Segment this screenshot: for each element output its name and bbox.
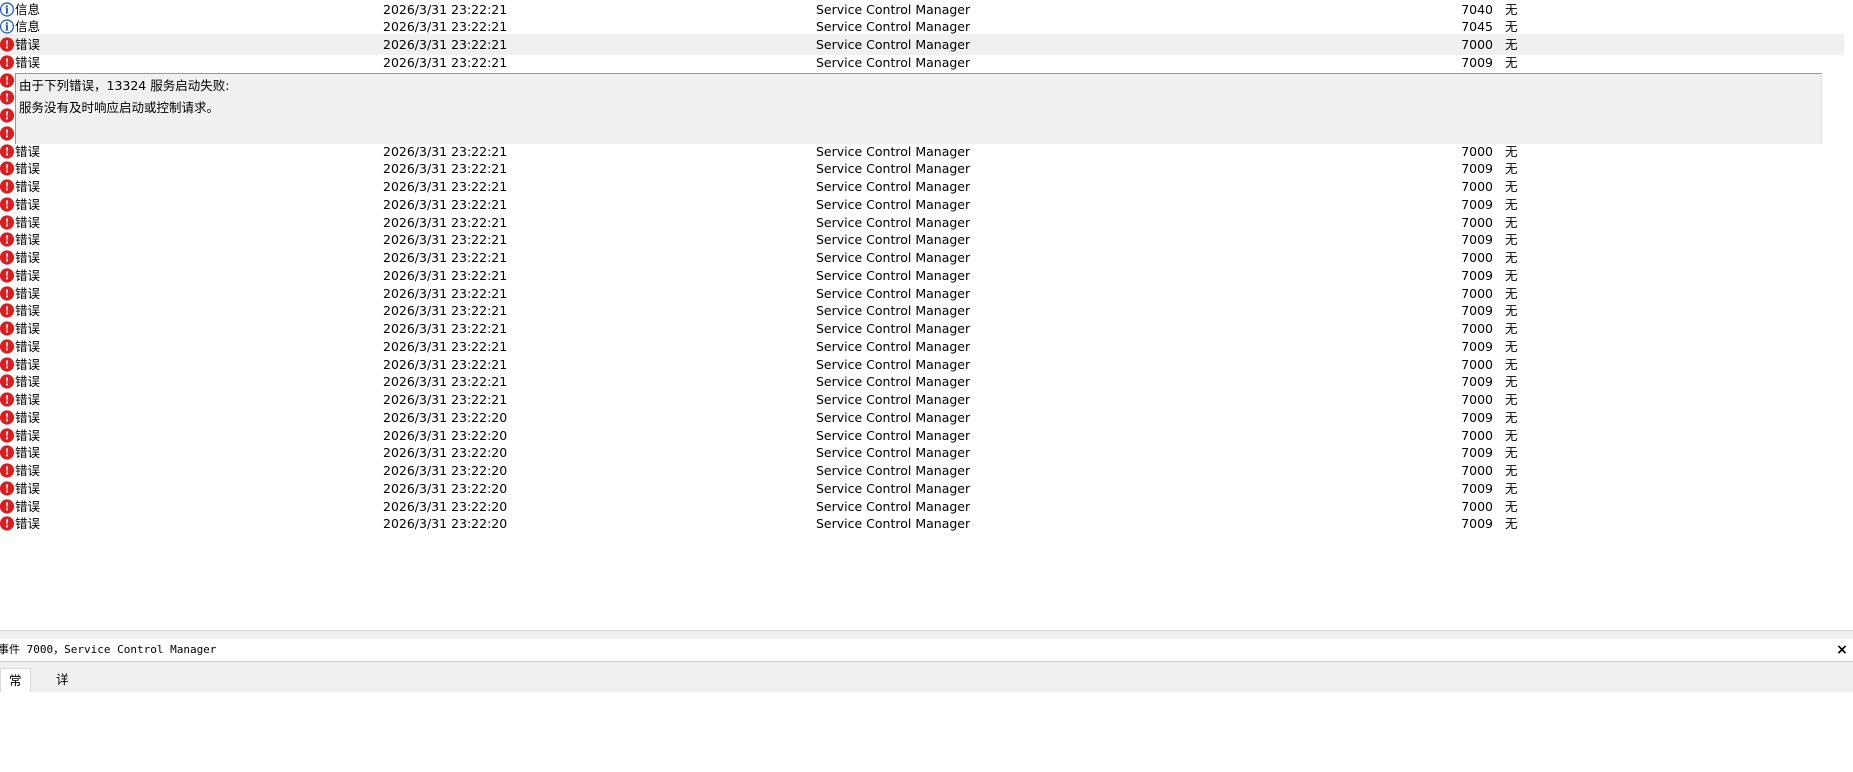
error-icon: !	[0, 427, 15, 443]
svg-text:!: !	[5, 447, 10, 460]
svg-text:!: !	[5, 393, 10, 406]
detail-header: 事件 7000，Service Control Manager ×	[0, 639, 1853, 662]
svg-text:i: i	[5, 21, 9, 34]
error-icon: !	[0, 72, 15, 88]
error-icon: !	[0, 339, 15, 354]
event-id-cell: 7009	[1461, 516, 1493, 532]
svg-text:!: !	[5, 163, 10, 176]
error-icon: !	[0, 55, 15, 70]
message-line: 服务没有及时响应启动或控制请求。	[19, 100, 220, 115]
error-icon: !	[0, 516, 15, 531]
svg-text:!: !	[5, 180, 10, 193]
svg-text:!: !	[5, 251, 10, 264]
close-icon[interactable]: ×	[1834, 639, 1850, 661]
source-cell: Service Control Manager	[816, 516, 971, 532]
error-icon: !	[0, 90, 15, 105]
error-icon: !	[0, 374, 15, 389]
error-icon: !	[0, 463, 15, 478]
svg-text:!: !	[5, 56, 10, 69]
svg-text:!: !	[5, 305, 10, 318]
error-icon: !	[0, 285, 15, 301]
svg-text:!: !	[5, 145, 10, 158]
error-icon: !	[0, 481, 15, 496]
svg-text:!: !	[5, 127, 10, 140]
error-icon: !	[0, 392, 15, 407]
svg-text:!: !	[5, 74, 10, 87]
svg-text:!: !	[5, 482, 10, 495]
error-icon: !	[0, 268, 15, 283]
error-icon: !	[0, 498, 15, 514]
svg-text:!: !	[5, 322, 10, 335]
error-icon: !	[0, 197, 15, 212]
info-icon: i	[0, 1, 15, 17]
svg-text:!: !	[5, 109, 10, 122]
message-line: 由于下列错误，13324 服务启动失败:	[19, 78, 230, 93]
error-icon: !	[0, 445, 15, 460]
svg-text:!: !	[5, 518, 10, 531]
error-icon: !	[0, 321, 15, 336]
error-icon: !	[0, 303, 15, 318]
date-cell: 2026/3/31 23:22:20	[383, 516, 508, 532]
svg-text:!: !	[5, 92, 10, 105]
svg-text:!: !	[5, 269, 10, 282]
task-category-cell: 无	[1505, 516, 1518, 532]
tab-details[interactable]: 详细信息	[48, 668, 77, 756]
error-icon: !	[0, 250, 15, 265]
svg-text:!: !	[5, 287, 10, 300]
event-message-box[interactable]: 由于下列错误，13324 服务启动失败: 服务没有及时响应启动或控制请求。	[15, 73, 1822, 144]
svg-text:!: !	[5, 38, 10, 51]
svg-text:!: !	[5, 429, 10, 442]
info-icon: i	[0, 19, 15, 34]
svg-text:!: !	[5, 411, 10, 424]
detail-title: 事件 7000，Service Control Manager	[0, 643, 217, 656]
svg-text:!: !	[5, 340, 10, 353]
error-icon: !	[0, 214, 15, 230]
error-icon: !	[0, 179, 15, 194]
svg-text:!: !	[5, 358, 10, 371]
tab-body	[0, 692, 1853, 772]
error-icon: !	[0, 37, 15, 52]
svg-text:!: !	[5, 234, 10, 247]
error-icon: !	[0, 356, 15, 372]
event-detail-pane: 事件 7000，Service Control Manager × 常规 详细信…	[0, 636, 1853, 772]
svg-text:!: !	[5, 500, 10, 513]
error-icon: !	[0, 143, 15, 159]
error-icon: !	[0, 161, 15, 176]
svg-text:!: !	[5, 198, 10, 211]
error-icon: !	[0, 232, 15, 247]
svg-text:i: i	[5, 3, 9, 16]
svg-text:!: !	[5, 464, 10, 477]
error-icon: !	[0, 108, 15, 123]
event-row[interactable]: ! 错误 2026/3/31 23:22:20 Service Control Man…	[0, 513, 1844, 534]
svg-text:!: !	[5, 376, 10, 389]
error-icon: !	[0, 126, 15, 141]
svg-text:!: !	[5, 216, 10, 229]
level-cell: 错误	[15, 516, 41, 532]
error-icon: !	[0, 410, 15, 425]
tab-general[interactable]: 常规	[0, 668, 31, 711]
